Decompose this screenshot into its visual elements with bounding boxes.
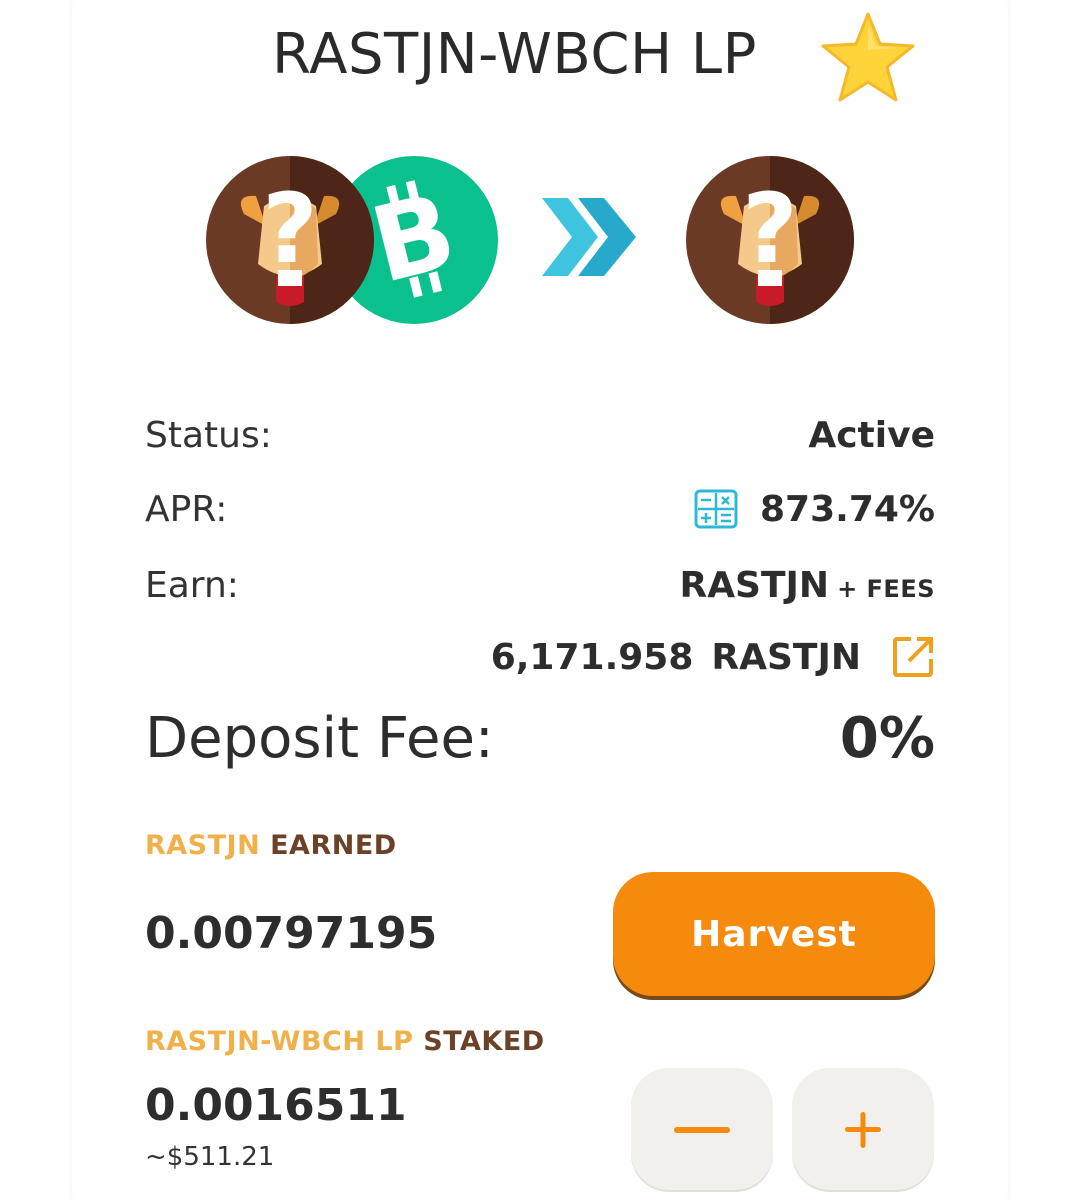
apr-row: APR: 873.74% (145, 484, 935, 534)
apr-value: 873.74% (760, 488, 935, 530)
svg-text:?: ? (262, 173, 318, 285)
deposit-fee-value: 0% (839, 705, 935, 771)
reward-amount: 6,171.958 (490, 636, 694, 678)
staked-usd-value: ~$511.21 (145, 1142, 275, 1172)
title-row: RASTJN-WBCH LP (0, 12, 1080, 102)
harvest-button[interactable]: Harvest (613, 872, 935, 996)
earn-value-group: RASTJN + FEES (679, 565, 935, 606)
earned-section-title: RASTJN EARNED (145, 830, 397, 861)
plus-icon (845, 1112, 881, 1148)
deposit-fee-label: Deposit Fee: (145, 705, 494, 771)
staked-title-token: RASTJN-WBCH LP (145, 1026, 414, 1057)
stake-plus-button[interactable]: + (792, 1068, 934, 1192)
minus-icon (674, 1127, 730, 1133)
star-icon[interactable] (818, 10, 918, 106)
external-link-icon[interactable] (891, 635, 935, 679)
earned-title-token: RASTJN (145, 830, 261, 861)
apr-value-group: 873.74% (694, 489, 935, 530)
calculator-icon[interactable] (694, 489, 738, 529)
reward-token: RASTJN (711, 636, 861, 678)
status-label: Status: (145, 414, 272, 456)
staked-title-suffix: STAKED (423, 1026, 545, 1057)
rastjn-token-icon: ? (686, 156, 854, 324)
svg-text:?: ? (742, 173, 798, 285)
token-logos: B ? ? (0, 150, 1080, 330)
staked-section-title: RASTJN-WBCH LP STAKED (145, 1026, 545, 1057)
deposit-fee-row: Deposit Fee: 0% (145, 700, 935, 776)
reward-row: 6,171.958 RASTJN (145, 632, 935, 682)
earned-amount: 0.00797195 (145, 908, 438, 959)
pool-title: RASTJN-WBCH LP (272, 22, 757, 87)
unstake-minus-button[interactable]: − (631, 1068, 773, 1192)
earned-title-suffix: EARNED (270, 830, 397, 861)
earn-fees: + FEES (837, 574, 935, 603)
status-value: Active (808, 414, 935, 456)
earn-token: RASTJN (679, 564, 830, 606)
earn-row: Earn: RASTJN + FEES (145, 560, 935, 610)
earn-label: Earn: (145, 564, 239, 606)
rastjn-token-icon: ? (206, 156, 374, 324)
reward-group: 6,171.958 RASTJN (491, 635, 935, 679)
apr-label: APR: (145, 488, 228, 530)
staked-amount: 0.0016511 (145, 1080, 407, 1131)
double-chevron-right-icon (542, 198, 636, 276)
status-row: Status: Active (145, 410, 935, 460)
